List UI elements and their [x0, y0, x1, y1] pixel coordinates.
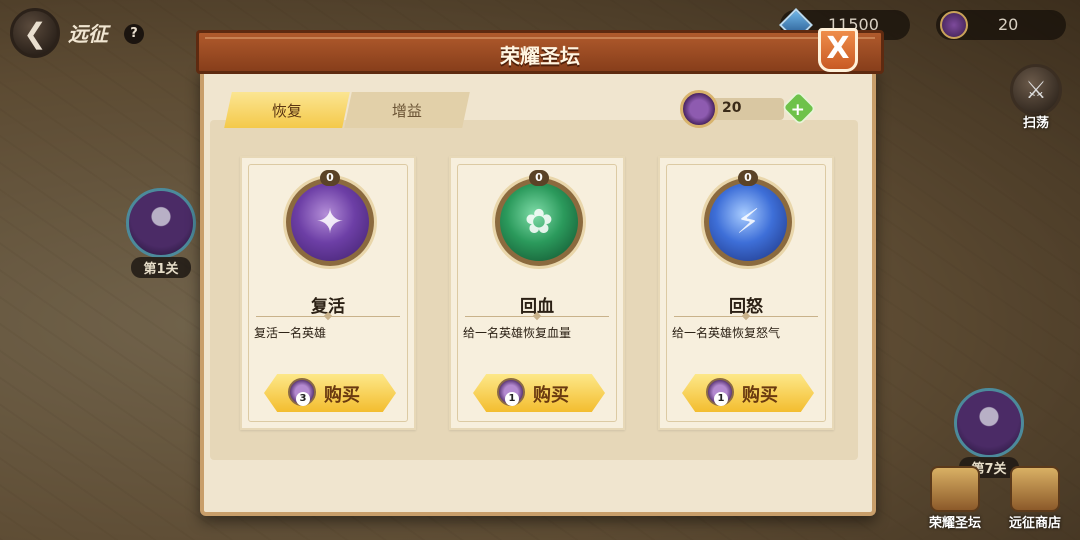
dialog-header: 荣耀圣坛 [196, 30, 884, 74]
heal-icon: ✿ [495, 178, 583, 266]
item-desc: 给一名英雄恢复怒气 [672, 326, 781, 340]
buy-button[interactable]: 1 购买 [682, 374, 814, 412]
item-desc: 给一名英雄恢复血量 [463, 326, 572, 340]
buy-label: 购买 [324, 385, 360, 406]
item-desc: 复活一名英雄 [254, 326, 327, 340]
glory-altar-dialog: 荣耀圣坛 X 恢复 增益 20 + ✦ 0 复活 复活一名英雄 3 购买 ✿ 0… [196, 28, 884, 520]
currency-display: 20 + [680, 90, 820, 128]
emblem-resource: 20 [936, 10, 1066, 40]
back-button[interactable]: ❮ [10, 8, 60, 58]
tab-label: 增益 [391, 101, 422, 120]
item-cost: 1 [505, 392, 519, 406]
altar-label: 荣耀圣坛 [928, 516, 981, 531]
revive-icon: ✦ [286, 178, 374, 266]
close-button[interactable]: X [818, 28, 858, 72]
crossed-swords-icon: ⚔ [1010, 64, 1062, 116]
skull-boss-icon [126, 188, 196, 258]
dialog-title: 荣耀圣坛 [500, 44, 580, 68]
tab-recover[interactable]: 恢复 [224, 92, 350, 128]
buy-button[interactable]: 1 购买 [473, 374, 605, 412]
back-arrow-icon: ❮ [23, 16, 47, 50]
skull-boss-icon [954, 388, 1024, 458]
item-cost: 1 [714, 392, 728, 406]
emblem-icon [940, 11, 968, 39]
add-currency-button[interactable]: + [781, 90, 817, 126]
owned-count: 0 [738, 170, 758, 186]
currency-amount: 20 [722, 100, 742, 116]
sweep-label: 扫荡 [1022, 116, 1049, 131]
item-card-rage: ⚡ 0 回怒 给一名英雄恢复怒气 1 购买 [658, 156, 834, 430]
divider [256, 316, 400, 317]
divider [674, 316, 818, 317]
rage-icon: ⚡ [704, 178, 792, 266]
emblem-amount: 20 [998, 15, 1019, 34]
item-card-heal: ✿ 0 回血 给一名英雄恢复血量 1 购买 [449, 156, 625, 430]
stage-label: 第1关 [131, 257, 191, 278]
glory-altar-button[interactable]: 荣耀圣坛 [920, 466, 990, 531]
owned-count: 0 [320, 170, 340, 186]
glory-emblem-icon [680, 90, 718, 128]
altar-chest-icon [930, 466, 980, 512]
plus-icon: + [790, 99, 805, 120]
tab-buff[interactable]: 增益 [344, 92, 470, 128]
tab-label: 恢复 [271, 101, 302, 120]
shop-label: 远征商店 [1008, 516, 1061, 531]
item-cost: 3 [296, 392, 310, 406]
shop-chest-icon [1010, 466, 1060, 512]
stage-node-7[interactable]: 第7关 [954, 388, 1024, 478]
buy-label: 购买 [742, 385, 778, 406]
page-title: 远征 [68, 22, 108, 46]
buy-button[interactable]: 3 购买 [264, 374, 396, 412]
buy-label: 购买 [533, 385, 569, 406]
help-icon[interactable]: ? [124, 24, 144, 44]
owned-count: 0 [529, 170, 549, 186]
stage-node-1[interactable]: 第1关 [126, 188, 196, 278]
divider [465, 316, 609, 317]
expedition-shop-button[interactable]: 远征商店 [1000, 466, 1070, 531]
item-card-revive: ✦ 0 复活 复活一名英雄 3 购买 [240, 156, 416, 430]
sweep-button[interactable]: ⚔ 扫荡 [1008, 64, 1064, 134]
